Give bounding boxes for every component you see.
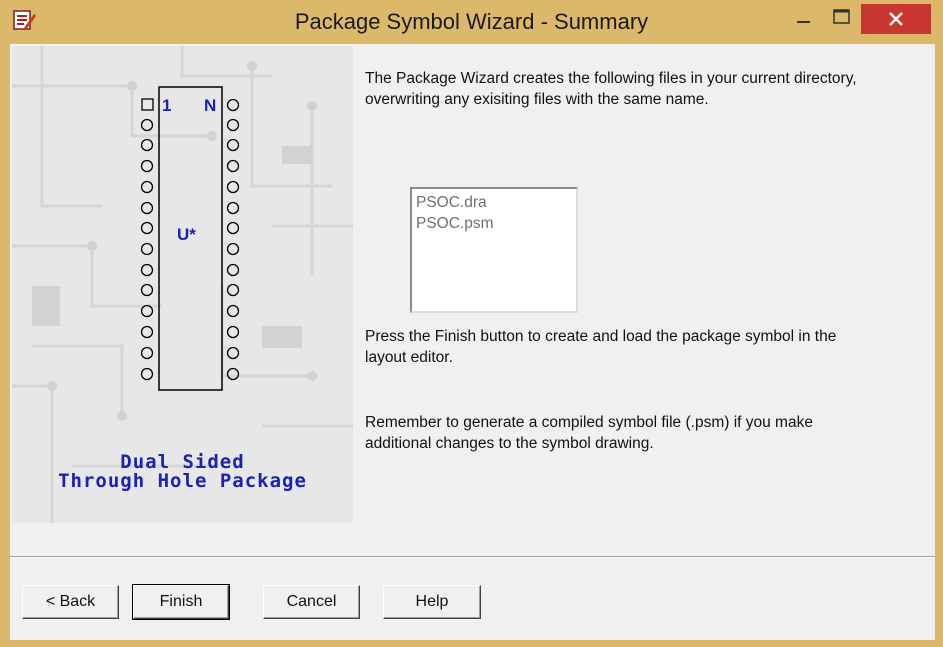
close-icon[interactable]: [861, 4, 931, 34]
wizard-window: Package Symbol Wizard - Summary 1 N U* D…: [0, 0, 943, 647]
list-item[interactable]: PSOC.psm: [416, 213, 572, 234]
cancel-button[interactable]: Cancel: [263, 585, 360, 619]
intro-text: The Package Wizard creates the following…: [365, 70, 857, 108]
refdes-label: U*: [177, 225, 196, 244]
wizard-client-area: 1 N U* Dual Sided Through Hole Package T…: [10, 44, 935, 640]
title-bar[interactable]: Package Symbol Wizard - Summary: [0, 0, 943, 44]
pin-1-pad: [141, 98, 154, 111]
finish-button[interactable]: Finish: [132, 584, 230, 620]
pin-last-label: N: [204, 96, 216, 115]
maximize-icon[interactable]: [822, 4, 862, 34]
button-separator: [10, 556, 935, 558]
minimize-icon[interactable]: [784, 4, 824, 34]
created-files-list[interactable]: PSOC.dra PSOC.psm: [410, 187, 578, 313]
pin-first-label: 1: [162, 96, 171, 115]
finish-note-text: Press the Finish button to create and lo…: [365, 328, 837, 366]
package-illustration: 1 N U* Dual Sided Through Hole Package: [12, 46, 353, 523]
list-item[interactable]: PSOC.dra: [416, 192, 572, 213]
reminder-text: Remember to generate a compiled symbol f…: [365, 414, 813, 452]
back-button[interactable]: < Back: [22, 585, 119, 619]
package-caption-line2: Through Hole Package: [58, 470, 307, 492]
help-button[interactable]: Help: [383, 585, 481, 619]
